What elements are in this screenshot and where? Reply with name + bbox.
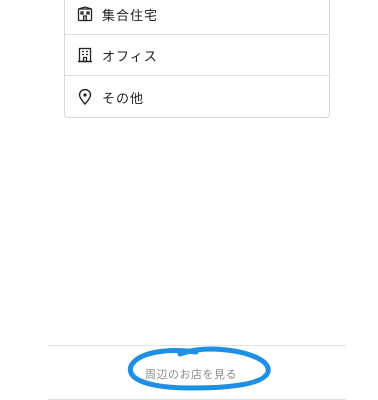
list-item-label: オフィス (102, 49, 158, 65)
office-building-icon (77, 47, 93, 63)
list-item-label: 集合住宅 (102, 8, 159, 24)
list-item-office[interactable]: オフィス (65, 35, 329, 76)
list-item-label: その他 (102, 91, 145, 107)
view-nearby-shops-button[interactable]: 周辺のお店を見る (135, 362, 247, 386)
building-type-list: 集合住宅 オフィス その他 (64, 0, 330, 118)
location-pin-icon (77, 89, 93, 105)
footer-divider-top (48, 345, 346, 346)
list-item-other[interactable]: その他 (65, 76, 329, 118)
apartment-building-icon (77, 6, 93, 22)
list-item-apartment[interactable]: 集合住宅 (65, 0, 329, 35)
